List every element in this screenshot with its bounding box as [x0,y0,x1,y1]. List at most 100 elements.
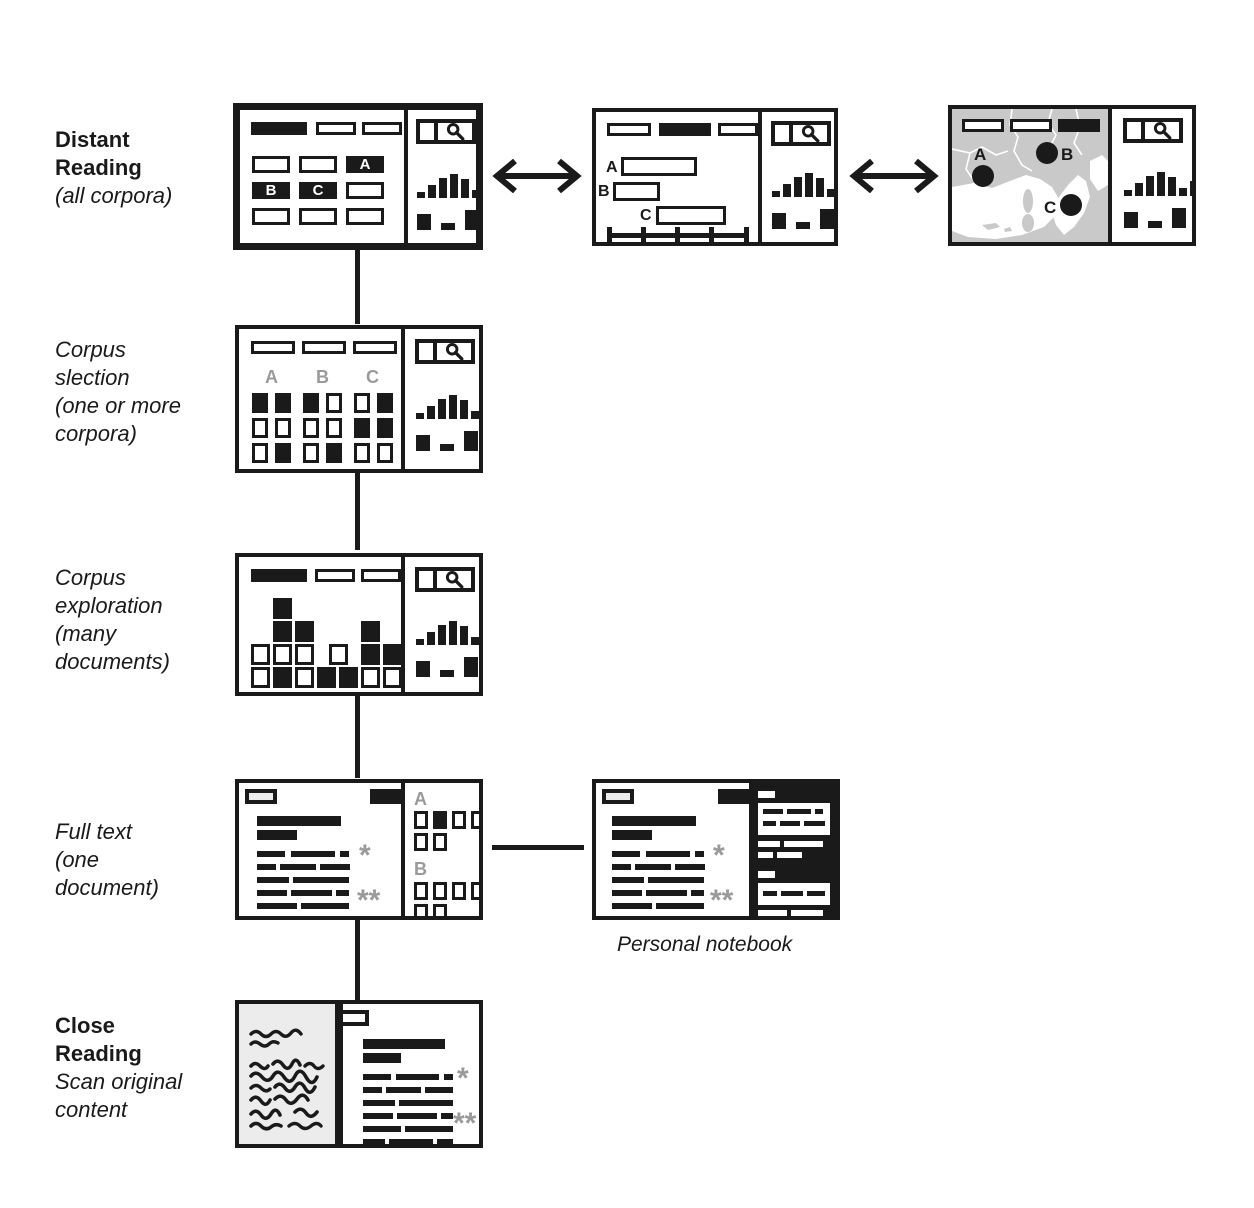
panel-corpora-map[interactable]: A B C [948,105,1196,246]
doc-cell[interactable] [361,644,380,665]
doc-action-button[interactable] [370,789,401,804]
tab-1[interactable] [251,341,295,354]
panel-corpus-selection[interactable]: A B C [235,325,483,473]
facet-cell[interactable] [414,882,428,900]
doc-cell[interactable] [339,667,358,688]
doc-cell[interactable] [383,644,401,665]
doc-cell[interactable] [273,598,292,619]
doc-cell[interactable] [252,418,268,438]
tab-2[interactable] [1010,119,1052,132]
facet-cell[interactable] [471,882,479,900]
facet-cell[interactable] [433,882,447,900]
tab-2[interactable] [302,341,346,354]
annotation-mark-single[interactable]: * [713,841,725,871]
corpus-tile[interactable] [299,156,337,173]
doc-back-button[interactable] [602,789,634,804]
panel-close-reading[interactable]: * ** [235,1000,483,1148]
doc-cell[interactable] [273,644,292,665]
corpus-tile-b[interactable]: B [252,182,290,199]
facet-cell[interactable] [471,811,479,829]
tab-2[interactable] [659,123,711,136]
doc-cell[interactable] [361,621,380,642]
tab-3[interactable] [718,123,758,136]
search-input[interactable] [1127,122,1145,139]
doc-cell[interactable] [317,667,336,688]
doc-cell[interactable] [361,667,380,688]
map-pin-b[interactable] [1036,142,1058,164]
annotation-mark-double[interactable]: ** [453,1109,476,1139]
doc-cell[interactable] [295,667,314,688]
facet-cell[interactable] [433,811,447,829]
tab-3[interactable] [361,569,401,582]
search-input[interactable] [419,571,437,588]
magnifier-icon[interactable] [793,124,827,143]
doc-cell[interactable] [273,667,292,688]
tab-2[interactable] [315,569,355,582]
doc-cell[interactable] [252,443,268,463]
corpus-tile[interactable] [299,208,337,225]
magnifier-icon[interactable] [437,342,471,361]
annotation-mark-double[interactable]: ** [357,886,380,916]
doc-cell[interactable] [326,418,342,438]
panel-personal-notebook[interactable]: * ** [592,779,840,920]
magnifier-icon[interactable] [437,570,471,589]
search-input[interactable] [419,343,437,360]
tab-1[interactable] [962,119,1004,132]
search-input[interactable] [420,123,438,140]
doc-cell[interactable] [251,667,270,688]
doc-cell[interactable] [354,393,370,413]
note-card[interactable] [758,883,830,905]
corpus-tile[interactable] [252,156,290,173]
magnifier-icon[interactable] [438,122,472,141]
timeline-bar-c[interactable] [656,206,726,225]
tab-1[interactable] [251,122,307,135]
doc-cell[interactable] [251,644,270,665]
tab-1[interactable] [607,123,651,136]
doc-cell[interactable] [303,443,319,463]
doc-cell[interactable] [326,443,342,463]
timeline-bar-b[interactable] [613,182,660,201]
doc-cell[interactable] [252,393,268,413]
map-pin-a[interactable] [972,165,994,187]
timeline-bar-a[interactable] [621,157,697,176]
doc-cell[interactable] [377,393,393,413]
panel-corpora-tiles[interactable]: A B C [233,103,483,250]
doc-cell[interactable] [326,393,342,413]
search-box[interactable] [415,339,475,364]
corpus-tile[interactable] [346,208,384,225]
tab-2[interactable] [316,122,356,135]
search-input[interactable] [775,125,793,142]
magnifier-icon[interactable] [1145,121,1179,140]
corpus-tile-c[interactable]: C [299,182,337,199]
doc-cell[interactable] [273,621,292,642]
facet-cell[interactable] [414,833,428,851]
tab-3[interactable] [1058,119,1100,132]
doc-cell[interactable] [377,443,393,463]
panel-corpus-exploration[interactable] [235,553,483,696]
facet-cell[interactable] [433,833,447,851]
corpus-tile[interactable] [346,182,384,199]
doc-cell[interactable] [354,418,370,438]
doc-cell[interactable] [303,393,319,413]
panel-corpora-timeline[interactable]: A B C [592,108,838,246]
corpus-tile-a[interactable]: A [346,156,384,173]
annotation-mark-single[interactable]: * [359,841,371,871]
search-box[interactable] [415,567,475,592]
doc-cell[interactable] [275,443,291,463]
corpus-tile[interactable] [252,208,290,225]
doc-cell[interactable] [383,667,401,688]
doc-cell[interactable] [295,644,314,665]
facet-cell[interactable] [452,811,466,829]
annotation-mark-single[interactable]: * [457,1064,469,1094]
tab-1[interactable] [251,569,307,582]
panel-full-text[interactable]: * ** A B [235,779,483,920]
search-box[interactable] [416,119,476,144]
doc-cell[interactable] [303,418,319,438]
doc-cell[interactable] [275,393,291,413]
search-box[interactable] [1123,118,1183,143]
facet-cell[interactable] [452,882,466,900]
facet-cell[interactable] [414,904,428,916]
note-card[interactable] [758,803,830,835]
doc-cell[interactable] [275,418,291,438]
doc-back-button[interactable] [343,1010,369,1026]
